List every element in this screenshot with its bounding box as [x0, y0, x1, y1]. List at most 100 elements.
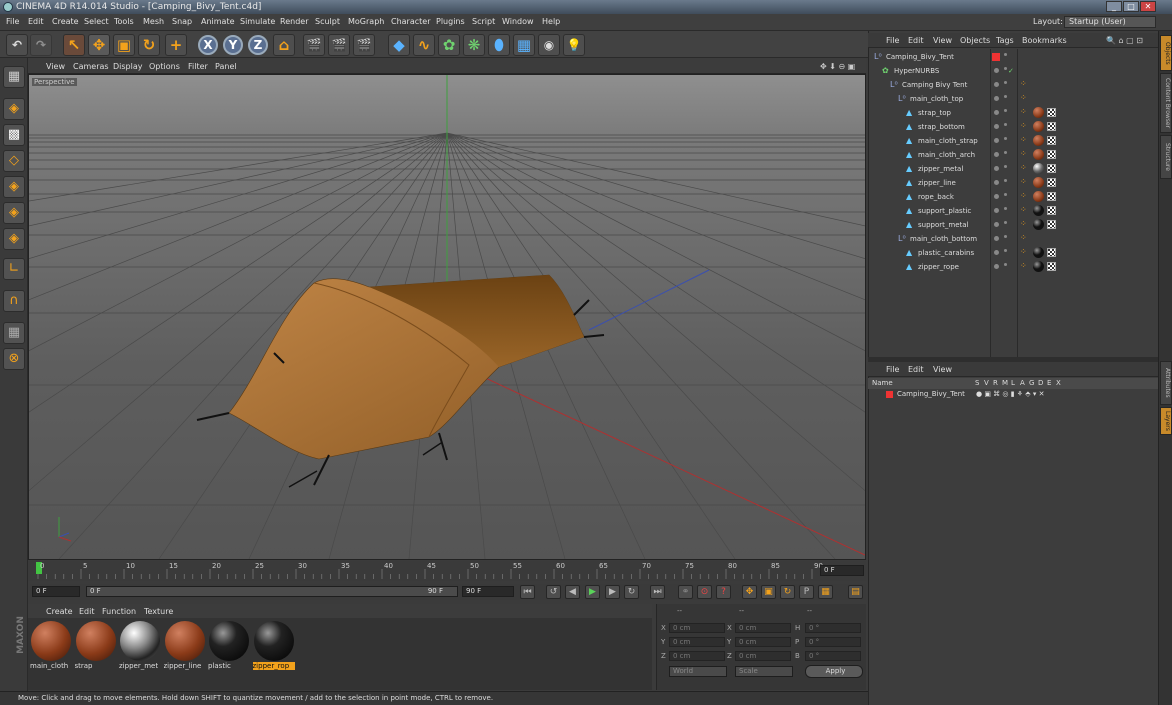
material-tag-icon[interactable] [1033, 261, 1044, 272]
material-tag-icon[interactable] [1033, 205, 1044, 216]
coord-value-field[interactable]: 0 ° [805, 637, 861, 647]
coord-value-field[interactable]: 0 cm [735, 623, 791, 633]
coord-scale-dropdown[interactable]: Scale [735, 666, 793, 677]
material-swatch[interactable]: zipper_rop [252, 620, 295, 672]
object-row[interactable]: ▲ strap_bottom ⁘ [870, 120, 1158, 134]
key-scale-icon[interactable]: ▣ [761, 585, 776, 599]
polygons-mode-icon[interactable]: ◈ [3, 228, 25, 250]
object-row[interactable]: L⁰ main_cloth_top ⁘ [870, 92, 1158, 106]
editor-visibility-dot[interactable] [994, 68, 999, 73]
apply-button[interactable]: Apply [805, 665, 863, 678]
phong-tag-icon[interactable]: ⁘ [1020, 136, 1027, 144]
render-visibility-dot[interactable] [1004, 137, 1007, 140]
menu-help[interactable]: Help [542, 17, 560, 26]
lock-workplane-icon[interactable]: ⊗ [3, 348, 25, 370]
obj-search-icon[interactable]: 🔍 ⌂ ▢ ⊡ [1106, 36, 1143, 45]
layer-toggle-icons[interactable]: ● ▣ ⌘ ◎ ▮ ⚘ ⬘ ▾ ✕ [976, 389, 1045, 400]
render-visibility-dot[interactable] [1004, 67, 1007, 70]
timeline-ruler[interactable]: 0 5 10 15 20 25 30 35 40 45 50 55 60 65 70 75 80 85 90 0 F [28, 561, 866, 581]
axis-mode-icon[interactable]: ∟ [3, 258, 25, 280]
material-tag-icon[interactable] [1033, 247, 1044, 258]
layer-header-col[interactable]: V [984, 378, 989, 389]
add-tool-icon[interactable]: + [165, 34, 187, 56]
key-pla-icon[interactable]: ▦ [818, 585, 833, 599]
phong-tag-icon[interactable]: ⁘ [1020, 164, 1027, 172]
layer-color-swatch[interactable] [886, 391, 893, 398]
layer-header-col[interactable]: R [993, 378, 998, 389]
autokey-icon[interactable]: ⊙ [697, 585, 712, 599]
key-param-icon[interactable]: P [799, 585, 814, 599]
close-button[interactable]: ✕ [1140, 1, 1156, 12]
snap-icon[interactable]: ▦ [3, 322, 25, 344]
uvw-tag-icon[interactable] [1047, 150, 1056, 159]
phong-tag-icon[interactable]: ⁘ [1020, 248, 1027, 256]
edges-mode-icon[interactable]: ◈ [3, 202, 25, 224]
y-axis-lock-icon[interactable]: Y [223, 35, 243, 55]
phong-tag-icon[interactable]: ⁘ [1020, 150, 1027, 158]
menu-select[interactable]: Select [84, 17, 109, 26]
deformer-icon[interactable]: ⬮ [488, 34, 510, 56]
timeline-window-icon[interactable]: ▤ [848, 585, 863, 599]
editor-visibility-dot[interactable] [994, 236, 999, 241]
scale-tool-icon[interactable]: ▣ [113, 34, 135, 56]
x-axis-lock-icon[interactable]: X [198, 35, 218, 55]
material-tag-icon[interactable] [1033, 107, 1044, 118]
render-visibility-dot[interactable] [1004, 179, 1007, 182]
move-tool-icon[interactable]: ✥ [88, 34, 110, 56]
material-tag-icon[interactable] [1033, 191, 1044, 202]
editor-visibility-dot[interactable] [994, 208, 999, 213]
obj-menu-bookmarks[interactable]: Bookmarks [1022, 36, 1067, 45]
phong-tag-icon[interactable]: ⁘ [1020, 80, 1027, 88]
layer-row[interactable]: Camping_Bivy_Tent ● ▣ ⌘ ◎ ▮ ⚘ ⬘ ▾ ✕ [868, 389, 1158, 400]
goto-end-icon[interactable]: ⏭ [650, 585, 665, 599]
vp-menu-panel[interactable]: Panel [215, 62, 237, 71]
layer-header-col[interactable]: G [1029, 378, 1034, 389]
render-visibility-dot[interactable] [1004, 95, 1007, 98]
menu-tools[interactable]: Tools [114, 17, 134, 26]
coord-value-field[interactable]: 0 ° [805, 623, 861, 633]
object-row[interactable]: ▲ strap_top ⁘ [870, 106, 1158, 120]
uvw-tag-icon[interactable] [1047, 206, 1056, 215]
points-mode-icon[interactable]: ◈ [3, 176, 25, 198]
render-visibility-dot[interactable] [1004, 249, 1007, 252]
magnet-icon[interactable]: ∩ [3, 290, 25, 312]
goto-start-icon[interactable]: ⏮ [520, 585, 535, 599]
phong-tag-icon[interactable]: ⁘ [1020, 192, 1027, 200]
object-row[interactable]: ▲ main_cloth_arch ⁘ [870, 148, 1158, 162]
render-visibility-dot[interactable] [1004, 221, 1007, 224]
menu-window[interactable]: Window [502, 17, 534, 26]
coord-space-dropdown[interactable]: World [669, 666, 727, 677]
render-picture-viewer-icon[interactable]: 🎬 [328, 34, 350, 56]
render-visibility-dot[interactable] [1004, 235, 1007, 238]
render-view-icon[interactable]: 🎬 [303, 34, 325, 56]
layer-header-col[interactable]: D [1038, 378, 1043, 389]
floor-icon[interactable]: ▦ [513, 34, 535, 56]
model-mode-icon[interactable]: ◈ [3, 98, 25, 120]
editor-visibility-dot[interactable] [994, 194, 999, 199]
menu-create[interactable]: Create [52, 17, 79, 26]
menu-script[interactable]: Script [472, 17, 495, 26]
light-icon[interactable]: 💡 [563, 34, 585, 56]
uvw-tag-icon[interactable] [1047, 122, 1056, 131]
uvw-tag-icon[interactable] [1047, 248, 1056, 257]
render-visibility-dot[interactable] [1004, 109, 1007, 112]
material-tag-icon[interactable] [1033, 219, 1044, 230]
layer-header-col[interactable]: M [1002, 378, 1008, 389]
object-row[interactable]: ▲ support_metal ⁘ [870, 218, 1158, 232]
render-visibility-dot[interactable] [1004, 165, 1007, 168]
key-position-icon[interactable]: ✥ [742, 585, 757, 599]
editor-visibility-dot[interactable] [994, 222, 999, 227]
layer-color-tag[interactable] [992, 53, 1000, 61]
object-row[interactable]: L⁰ Camping Bivy Tent ⁘ [870, 78, 1158, 92]
menu-render[interactable]: Render [280, 17, 308, 26]
render-visibility-dot[interactable] [1004, 123, 1007, 126]
layer-header-col[interactable]: X [1056, 378, 1061, 389]
layer-header-col[interactable]: A [1020, 378, 1025, 389]
menu-sculpt[interactable]: Sculpt [315, 17, 340, 26]
tab-content-browser[interactable]: Content Browser [1160, 73, 1172, 133]
live-select-icon[interactable]: ↖ [63, 34, 85, 56]
render-visibility-dot[interactable] [1004, 53, 1007, 56]
editor-visibility-dot[interactable] [994, 82, 999, 87]
workplane-mode-icon[interactable]: ◇ [3, 150, 25, 172]
menu-file[interactable]: File [6, 17, 19, 26]
